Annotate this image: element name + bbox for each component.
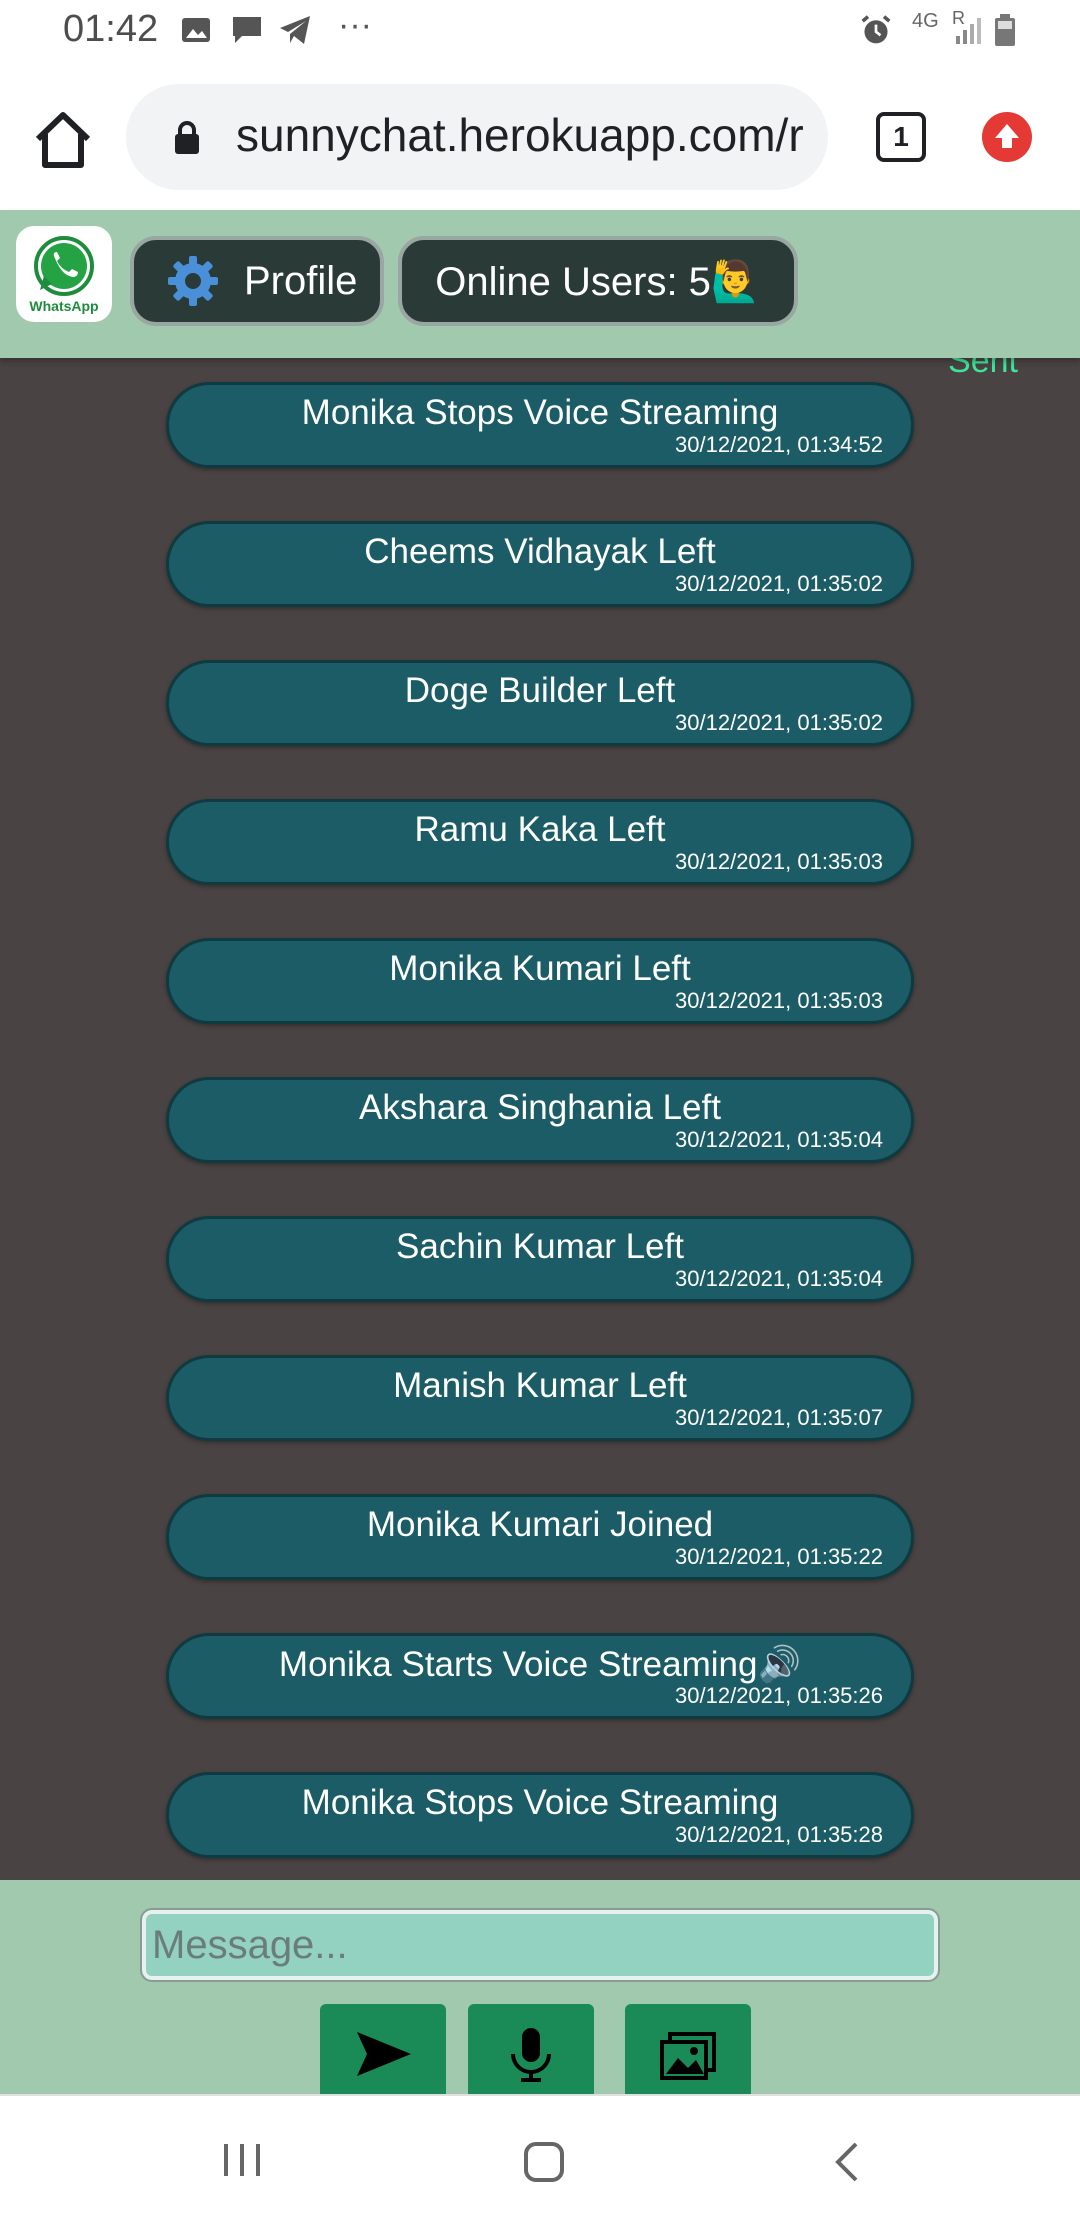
system-message: Akshara Singhania Left 30/12/2021, 01:35… — [166, 1077, 914, 1163]
message-text: Akshara Singhania Left — [359, 1088, 721, 1127]
url-text: sunnychat.herokuapp.com/r — [236, 109, 804, 161]
recent-apps-icon[interactable] — [220, 2140, 264, 2180]
browser-update-button[interactable] — [982, 112, 1032, 162]
message-timestamp: 30/12/2021, 01:35:04 — [675, 1127, 883, 1152]
browser-toolbar: sunnychat.herokuapp.com/r 1 — [0, 62, 1080, 210]
home-nav-icon[interactable] — [522, 2140, 566, 2184]
message-notification-icon — [233, 17, 261, 43]
message-text: Monika Stops Voice Streaming — [301, 393, 779, 432]
whatsapp-logo-label: WhatsApp — [29, 298, 99, 314]
network-type: 4G — [912, 10, 939, 32]
system-message: Doge Builder Left 30/12/2021, 01:35:02 — [166, 660, 914, 746]
message-text: Sachin Kumar Left — [396, 1227, 684, 1266]
message-text: Monika Stops Voice Streaming — [301, 1783, 779, 1822]
send-button[interactable] — [320, 2004, 446, 2104]
message-text: Monika Kumari Joined — [366, 1505, 714, 1544]
microphone-icon — [511, 2028, 551, 2082]
system-message: Sachin Kumar Left 30/12/2021, 01:35:04 — [166, 1216, 914, 1302]
message-timestamp: 30/12/2021, 01:35:04 — [675, 1266, 883, 1291]
send-icon — [357, 2032, 411, 2076]
back-icon[interactable] — [830, 2140, 866, 2184]
address-bar[interactable]: sunnychat.herokuapp.com/r — [126, 84, 828, 190]
arrow-up-icon — [995, 124, 1019, 148]
message-timestamp: 30/12/2021, 01:34:52 — [675, 432, 883, 457]
gallery-notification-icon — [182, 18, 210, 42]
image-upload-button[interactable] — [625, 2004, 751, 2104]
message-text: Cheems Vidhayak Left — [364, 532, 716, 571]
app-header: WhatsApp Profile Online Users: 5🙋‍♂️ — [0, 210, 1080, 358]
message-text: Doge Builder Left — [404, 671, 676, 710]
message-timestamp: 30/12/2021, 01:35:02 — [675, 710, 883, 735]
message-input[interactable] — [140, 1908, 940, 1982]
message-timestamp: 30/12/2021, 01:35:07 — [675, 1405, 883, 1430]
profile-label: Profile — [244, 258, 358, 303]
gear-icon — [168, 256, 218, 306]
message-text: Monika Starts Voice Streaming🔊 — [278, 1645, 802, 1684]
system-message: Monika Starts Voice Streaming🔊 30/12/202… — [166, 1633, 914, 1719]
system-message: Ramu Kaka Left 30/12/2021, 01:35:03 — [166, 799, 914, 885]
message-text: Ramu Kaka Left — [414, 810, 666, 849]
profile-button[interactable]: Profile — [130, 236, 384, 326]
message-timestamp: 30/12/2021, 01:35:26 — [675, 1683, 883, 1708]
message-timestamp: 30/12/2021, 01:35:03 — [675, 988, 883, 1013]
system-message: Monika Stops Voice Streaming 30/12/2021,… — [166, 382, 914, 468]
battery-icon — [995, 14, 1015, 46]
system-message: Manish Kumar Left 30/12/2021, 01:35:07 — [166, 1355, 914, 1441]
online-users-label: Online Users: 5🙋‍♂️ — [435, 259, 761, 304]
image-gallery-icon — [660, 2032, 716, 2080]
home-icon[interactable] — [30, 107, 96, 173]
system-message: Monika Kumari Joined 30/12/2021, 01:35:2… — [166, 1494, 914, 1580]
message-text: Monika Kumari Left — [389, 949, 691, 988]
status-bar: 01:42 ··· 4G R — [0, 0, 1080, 62]
chat-messages-area[interactable]: Sent Monika Stops Voice Streaming 30/12/… — [0, 358, 1080, 1880]
system-message: Monika Stops Voice Streaming 30/12/2021,… — [166, 1772, 914, 1858]
alarm-icon — [861, 15, 891, 44]
system-message: Monika Kumari Left 30/12/2021, 01:35:03 — [166, 938, 914, 1024]
message-timestamp: 30/12/2021, 01:35:28 — [675, 1822, 883, 1847]
system-navigation-bar — [0, 2094, 1080, 2220]
online-users-button[interactable]: Online Users: 5🙋‍♂️ — [398, 236, 798, 326]
telegram-notification-icon — [280, 16, 310, 44]
system-message: Cheems Vidhayak Left 30/12/2021, 01:35:0… — [166, 521, 914, 607]
whatsapp-logo[interactable]: WhatsApp — [16, 226, 112, 322]
message-text: Manish Kumar Left — [393, 1366, 687, 1405]
signal-icon — [956, 18, 981, 44]
message-timestamp: 30/12/2021, 01:35:02 — [675, 571, 883, 596]
message-timestamp: 30/12/2021, 01:35:22 — [675, 1544, 883, 1569]
message-timestamp: 30/12/2021, 01:35:03 — [675, 849, 883, 874]
lock-icon — [175, 121, 199, 154]
sent-status-label: Sent — [948, 358, 1018, 380]
tab-switcher-button[interactable]: 1 — [876, 112, 926, 162]
more-notifications-icon: ··· — [338, 6, 372, 44]
voice-button[interactable] — [468, 2004, 594, 2104]
composer-area — [0, 1880, 1080, 2104]
status-time: 01:42 — [63, 8, 159, 50]
